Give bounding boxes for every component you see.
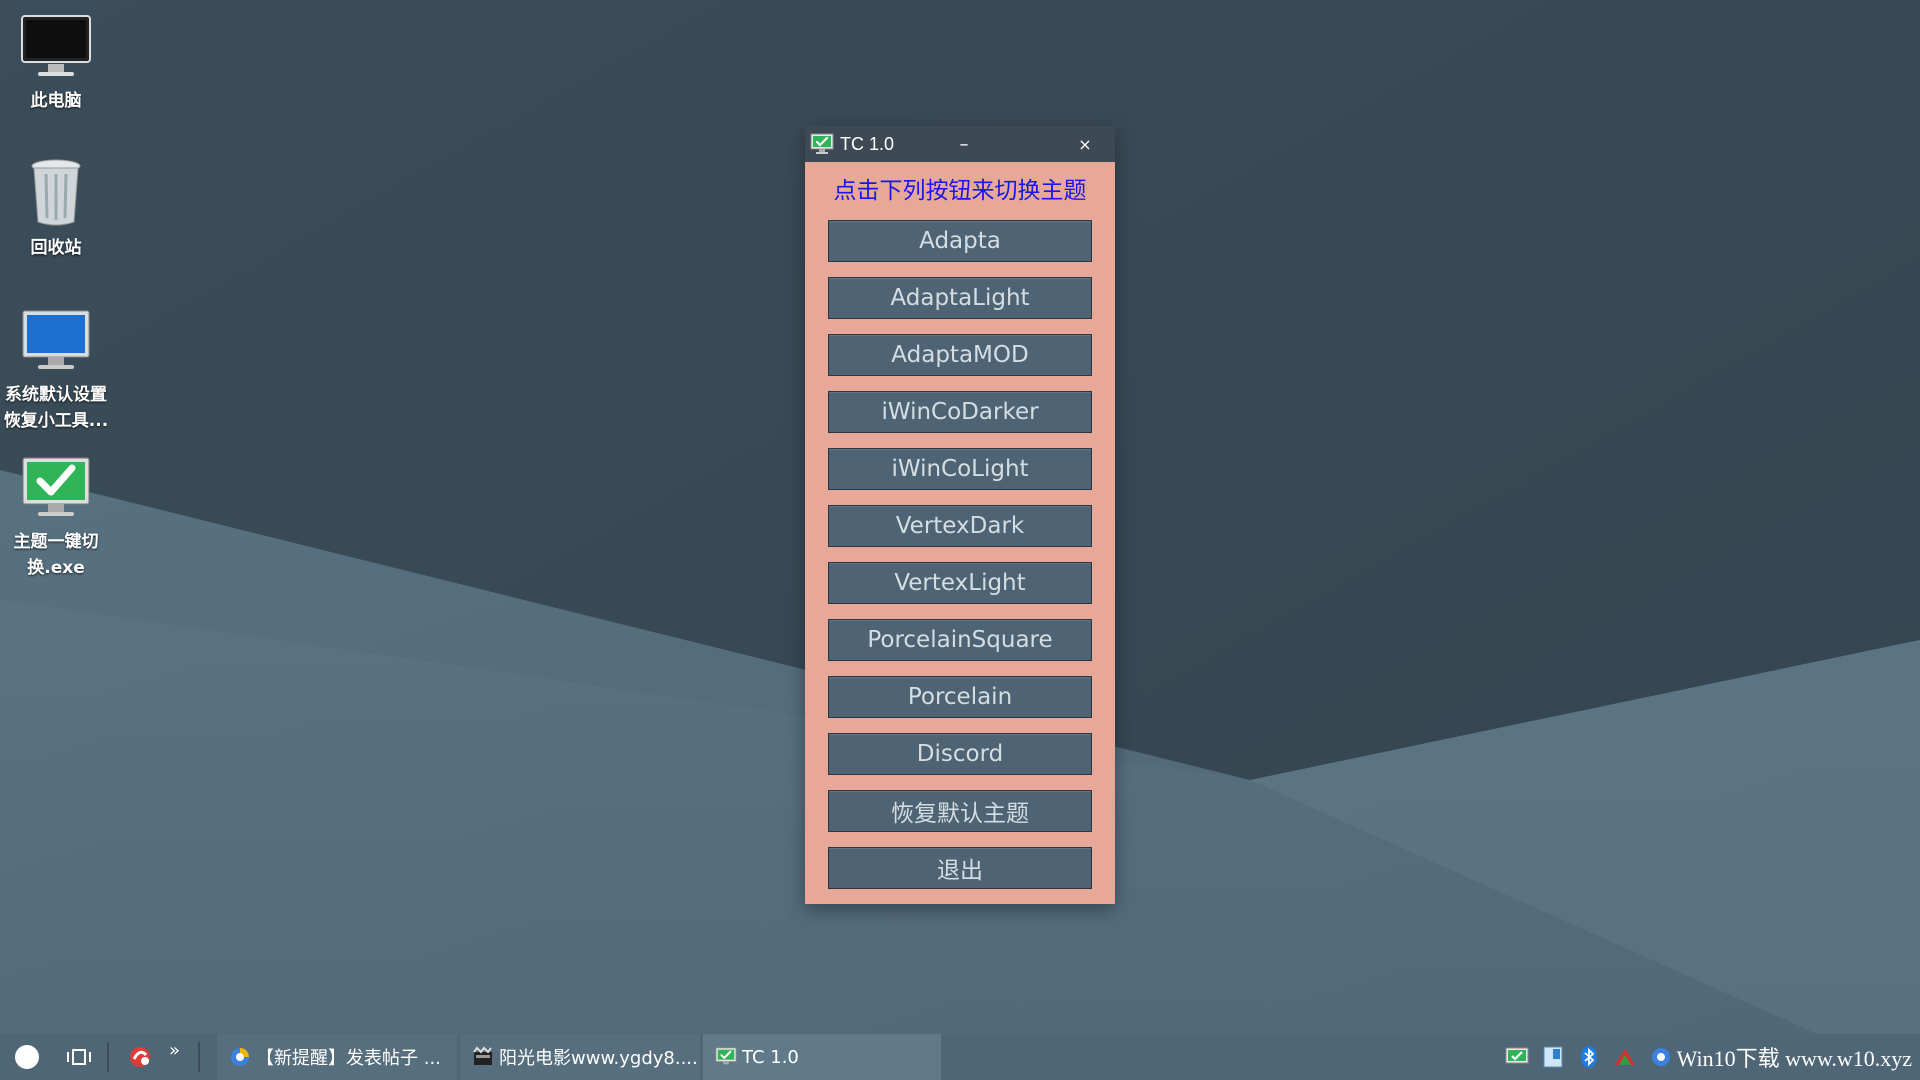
desktop-icon-label: 系统默认设置 恢复小工具... bbox=[3, 385, 109, 431]
monitor-blue-icon bbox=[18, 302, 94, 378]
theme-button-iwinco-darker[interactable]: iWinCoDarker bbox=[828, 391, 1092, 433]
instruction-heading: 点击下列按钮来切换主题 bbox=[833, 178, 1087, 204]
desktop-icon-this-pc[interactable]: 此电脑 bbox=[0, 8, 112, 114]
taskbar-task-browser[interactable]: 【新提醒】发表帖子 ... bbox=[217, 1034, 458, 1080]
theme-button-list: Adapta AdaptaLight AdaptaMOD iWinCoDarke… bbox=[828, 220, 1092, 904]
graphics-tray-icon[interactable] bbox=[1613, 1045, 1637, 1069]
taskbar-separator bbox=[198, 1042, 201, 1072]
task-label: 【新提醒】发表帖子 ... bbox=[256, 1048, 441, 1069]
task-label: 阳光电影www.ygdy8.... bbox=[499, 1048, 698, 1069]
overflow-chevron-icon[interactable]: » bbox=[169, 1040, 180, 1061]
tc-tray-icon[interactable] bbox=[1505, 1045, 1529, 1069]
tc-app-icon bbox=[715, 1047, 737, 1065]
taskbar: » 【新提醒】发表帖子 ... 阳光电影www.ygdy8.... TC 1.0… bbox=[0, 1034, 1920, 1080]
minimize-button[interactable]: – bbox=[944, 126, 984, 162]
theme-button-vertex-light[interactable]: VertexLight bbox=[828, 562, 1092, 604]
recycle-bin-icon bbox=[18, 155, 94, 231]
monitor-icon bbox=[18, 8, 94, 84]
task-label: TC 1.0 bbox=[742, 1046, 799, 1068]
desktop-icon-label: 回收站 bbox=[30, 238, 82, 258]
theme-button-adapta[interactable]: Adapta bbox=[828, 220, 1092, 262]
desktop-icon-theme-switch[interactable]: 主题一键切 换.exe bbox=[0, 449, 112, 581]
theme-button-porcelain[interactable]: Porcelain bbox=[828, 676, 1092, 718]
taskbar-task-tc[interactable]: TC 1.0 bbox=[703, 1034, 942, 1080]
restore-default-theme-button[interactable]: 恢复默认主题 bbox=[828, 790, 1092, 832]
checkmark-monitor-icon bbox=[18, 449, 94, 525]
video-player-icon bbox=[473, 1046, 493, 1065]
storage-icon[interactable] bbox=[1541, 1045, 1565, 1069]
desktop-icon-recycle-bin[interactable]: 回收站 bbox=[0, 155, 112, 261]
taskbar-separator bbox=[107, 1042, 109, 1072]
theme-button-vertex-dark[interactable]: VertexDark bbox=[828, 505, 1092, 547]
theme-button-iwinco-light[interactable]: iWinCoLight bbox=[828, 448, 1092, 490]
desktop-icon-label: 此电脑 bbox=[30, 91, 82, 111]
window-titlebar[interactable]: TC 1.0 – × bbox=[805, 126, 1115, 162]
theme-button-adapta-light[interactable]: AdaptaLight bbox=[828, 277, 1092, 319]
browser-icon bbox=[231, 1048, 250, 1066]
tc-window: TC 1.0 – × 点击下列按钮来切换主题 Adapta AdaptaLigh… bbox=[805, 126, 1115, 904]
pinned-app-icon[interactable] bbox=[127, 1044, 153, 1070]
desktop-icon-restore-defaults[interactable]: 系统默认设置 恢复小工具... bbox=[0, 302, 112, 434]
exit-button[interactable]: 退出 bbox=[828, 847, 1092, 889]
theme-button-porcelain-square[interactable]: PorcelainSquare bbox=[828, 619, 1092, 661]
tc-app-icon bbox=[810, 133, 834, 154]
theme-button-discord[interactable]: Discord bbox=[828, 733, 1092, 775]
task-view-icon[interactable] bbox=[66, 1046, 92, 1068]
theme-button-adapta-mod[interactable]: AdaptaMOD bbox=[828, 334, 1092, 376]
browser-tray-icon[interactable] bbox=[1649, 1045, 1673, 1069]
watermark-brand: Win10下载 www.w10.xyz bbox=[1676, 1046, 1912, 1071]
desktop: 此电脑 回收站 系统默认设置 恢复小工具... 主题一键切 换.exe TC 1… bbox=[0, 0, 1920, 1080]
bluetooth-icon[interactable] bbox=[1577, 1045, 1601, 1069]
start-button[interactable] bbox=[15, 1045, 39, 1069]
desktop-icon-label: 主题一键切 换.exe bbox=[13, 532, 99, 578]
system-tray: Win10下载 www.w10.xyz bbox=[1505, 1034, 1920, 1080]
window-title: TC 1.0 bbox=[840, 133, 895, 154]
close-button[interactable]: × bbox=[1065, 126, 1105, 162]
taskbar-task-video[interactable]: 阳光电影www.ygdy8.... bbox=[460, 1034, 701, 1080]
